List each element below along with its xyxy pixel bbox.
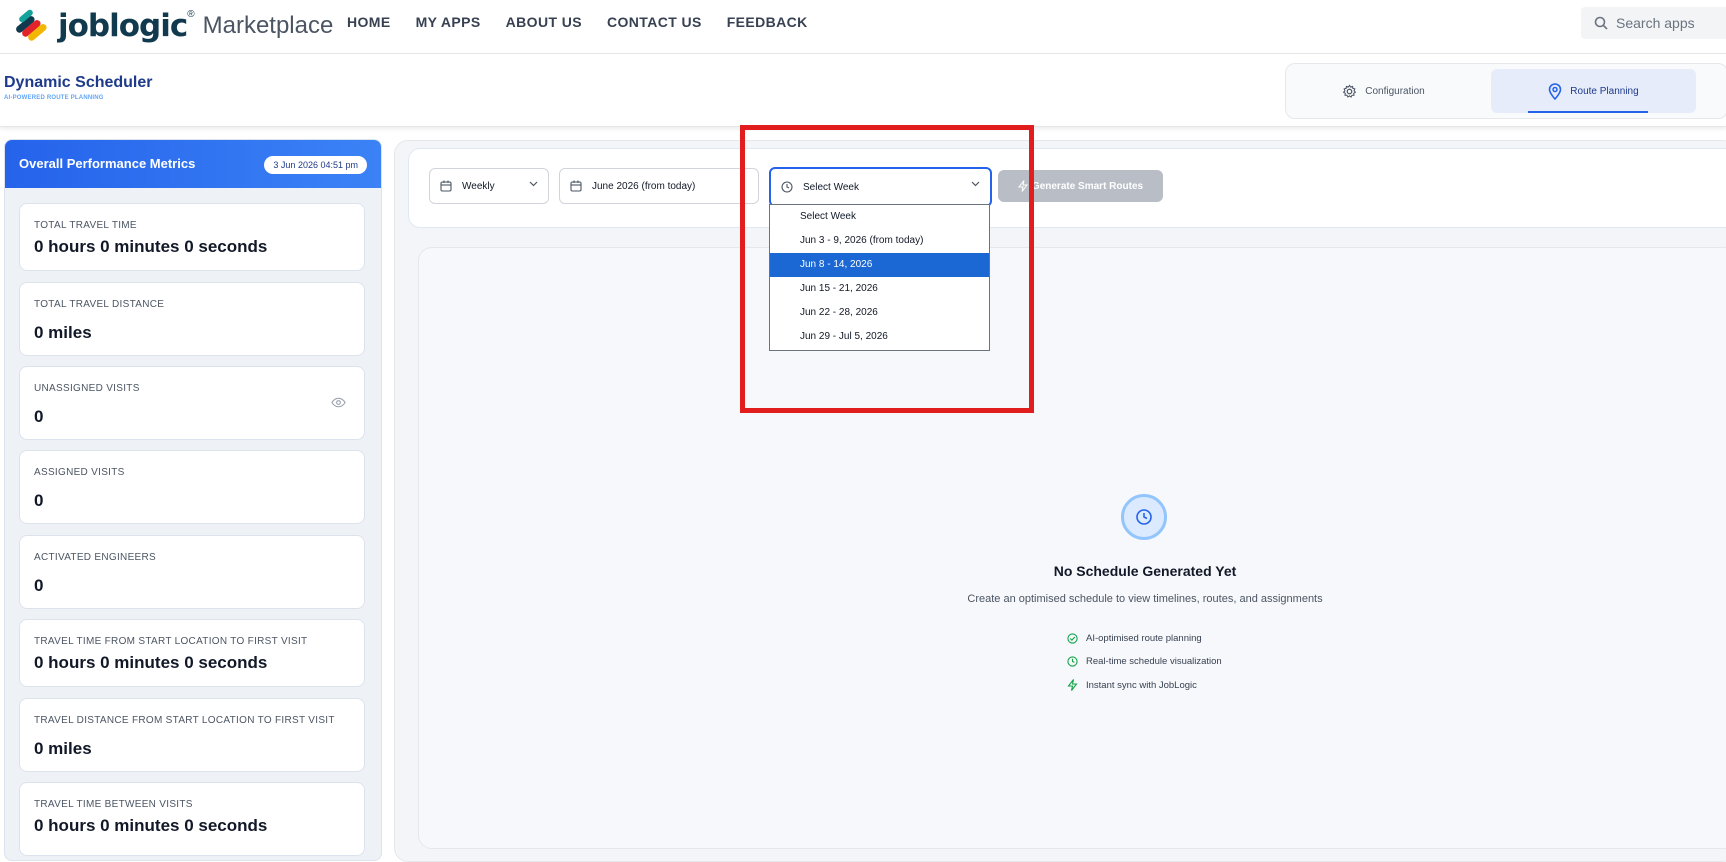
calendar-icon [440, 180, 452, 192]
lightning-icon [1017, 180, 1028, 192]
main-nav-links: HOME MY APPS ABOUT US CONTACT US FEEDBAC… [347, 14, 833, 30]
week-option[interactable]: Jun 22 - 28, 2026 [770, 301, 989, 325]
nav-home-link[interactable]: HOME [347, 14, 391, 30]
week-option[interactable]: Jun 29 - Jul 5, 2026 [770, 325, 989, 349]
week-select[interactable]: Select Week [769, 167, 992, 207]
metric-label: TRAVEL DISTANCE FROM START LOCATION TO F… [34, 715, 335, 726]
metric-card-unassigned-visits: UNASSIGNED VISITS 0 [19, 366, 365, 440]
map-pin-icon [1548, 82, 1562, 100]
period-select-value: Weekly [462, 180, 495, 192]
logo-wordmark: joblogic [58, 8, 188, 44]
app-subtitle: AI-POWERED ROUTE PLANNING [4, 95, 104, 101]
week-option-highlighted[interactable]: Jun 8 - 14, 2026 [770, 253, 989, 277]
tab-configuration[interactable]: Configuration [1296, 69, 1471, 113]
empty-state-title: No Schedule Generated Yet [1053, 563, 1237, 579]
feature-label: Real-time schedule visualization [1086, 656, 1222, 667]
metric-card-total-travel-distance: TOTAL TRAVEL DISTANCE 0 miles [19, 282, 365, 356]
app-title: Dynamic Scheduler [4, 74, 153, 91]
tab-route-planning[interactable]: Route Planning [1491, 69, 1696, 113]
generate-smart-routes-button[interactable]: Generate Smart Routes [998, 170, 1163, 202]
top-nav: joblogic ® Marketplace HOME MY APPS ABOU… [0, 0, 1726, 54]
metric-label: TRAVEL TIME BETWEEN VISITS [34, 799, 193, 810]
nav-my-apps-link[interactable]: MY APPS [416, 14, 481, 30]
month-select[interactable]: June 2026 (from today) [559, 168, 759, 204]
schedule-canvas [418, 247, 1726, 849]
feature-label: AI-optimised route planning [1086, 633, 1202, 644]
week-select-value: Select Week [803, 181, 859, 193]
metric-card-assigned-visits: ASSIGNED VISITS 0 [19, 450, 365, 524]
joblogic-logo-icon [12, 9, 52, 43]
empty-state-subtitle: Create an optimised schedule to view tim… [967, 593, 1323, 605]
logo-registered-mark: ® [187, 8, 195, 20]
check-circle-icon [1067, 633, 1078, 644]
chevron-down-icon [971, 181, 980, 187]
app-header: Dynamic Scheduler AI-POWERED ROUTE PLANN… [0, 54, 1726, 127]
metric-label: TOTAL TRAVEL TIME [34, 220, 137, 231]
metric-label: ACTIVATED ENGINEERS [34, 552, 157, 563]
logo-marketplace-text: Marketplace [202, 12, 334, 39]
calendar-icon [570, 180, 582, 192]
nav-contact-us-link[interactable]: CONTACT US [607, 14, 702, 30]
clock-icon [1067, 656, 1078, 667]
clock-icon [1121, 494, 1167, 540]
lightning-icon [1067, 679, 1078, 691]
tab-route-planning-label: Route Planning [1570, 85, 1639, 97]
search-icon [1594, 16, 1608, 30]
metric-value: 0 [34, 407, 44, 426]
search-placeholder: Search apps [1616, 15, 1695, 31]
week-option[interactable]: Select Week [770, 205, 989, 229]
metric-label: ASSIGNED VISITS [34, 467, 125, 478]
metric-label: UNASSIGNED VISITS [34, 383, 140, 394]
metric-card-total-travel-time: TOTAL TRAVEL TIME 0 hours 0 minutes 0 se… [19, 203, 365, 271]
metrics-date-badge: 3 Jun 2026 04:51 pm [264, 156, 367, 174]
metric-value: 0 [34, 491, 44, 510]
metric-label: TRAVEL TIME FROM START LOCATION TO FIRST… [34, 636, 308, 647]
search-input[interactable]: Search apps [1581, 7, 1726, 39]
feature-item: Real-time schedule visualization [1067, 656, 1222, 667]
eye-icon[interactable] [331, 397, 346, 408]
clock-icon [781, 181, 793, 193]
metric-card-travel-time-between-visits: TRAVEL TIME BETWEEN VISITS 0 hours 0 min… [19, 782, 365, 856]
nav-feedback-link[interactable]: FEEDBACK [727, 14, 808, 30]
metric-card-travel-time-to-first-visit: TRAVEL TIME FROM START LOCATION TO FIRST… [19, 619, 365, 687]
metric-label: TOTAL TRAVEL DISTANCE [34, 299, 165, 310]
metric-value: 0 hours 0 minutes 0 seconds [34, 816, 268, 835]
generate-button-label: Generate Smart Routes [1031, 180, 1144, 192]
nav-about-us-link[interactable]: ABOUT US [506, 14, 582, 30]
tab-configuration-label: Configuration [1365, 85, 1425, 97]
week-option[interactable]: Jun 15 - 21, 2026 [770, 277, 989, 301]
metric-value: 0 miles [34, 739, 92, 758]
feature-item: Instant sync with JobLogic [1067, 679, 1197, 691]
performance-metrics-panel: Overall Performance Metrics 3 Jun 2026 0… [4, 139, 382, 861]
metrics-header: Overall Performance Metrics 3 Jun 2026 0… [5, 140, 381, 188]
feature-item: AI-optimised route planning [1067, 633, 1202, 644]
metric-value: 0 hours 0 minutes 0 seconds [34, 237, 268, 256]
joblogic-logo[interactable]: joblogic ® Marketplace [12, 6, 333, 46]
chevron-down-icon [529, 181, 538, 187]
period-select[interactable]: Weekly [429, 168, 549, 204]
gear-icon [1343, 84, 1357, 98]
feature-label: Instant sync with JobLogic [1086, 679, 1197, 691]
metric-value: 0 miles [34, 323, 92, 342]
week-option[interactable]: Jun 3 - 9, 2026 (from today) [770, 229, 989, 253]
month-select-value: June 2026 (from today) [592, 180, 696, 192]
metric-value: 0 hours 0 minutes 0 seconds [34, 653, 268, 672]
mode-tabs: Configuration Route Planning [1285, 63, 1726, 119]
metrics-title: Overall Performance Metrics [19, 156, 196, 171]
metric-card-travel-distance-to-first-visit: TRAVEL DISTANCE FROM START LOCATION TO F… [19, 698, 365, 772]
week-dropdown-list: Select Week Jun 3 - 9, 2026 (from today)… [769, 204, 990, 351]
